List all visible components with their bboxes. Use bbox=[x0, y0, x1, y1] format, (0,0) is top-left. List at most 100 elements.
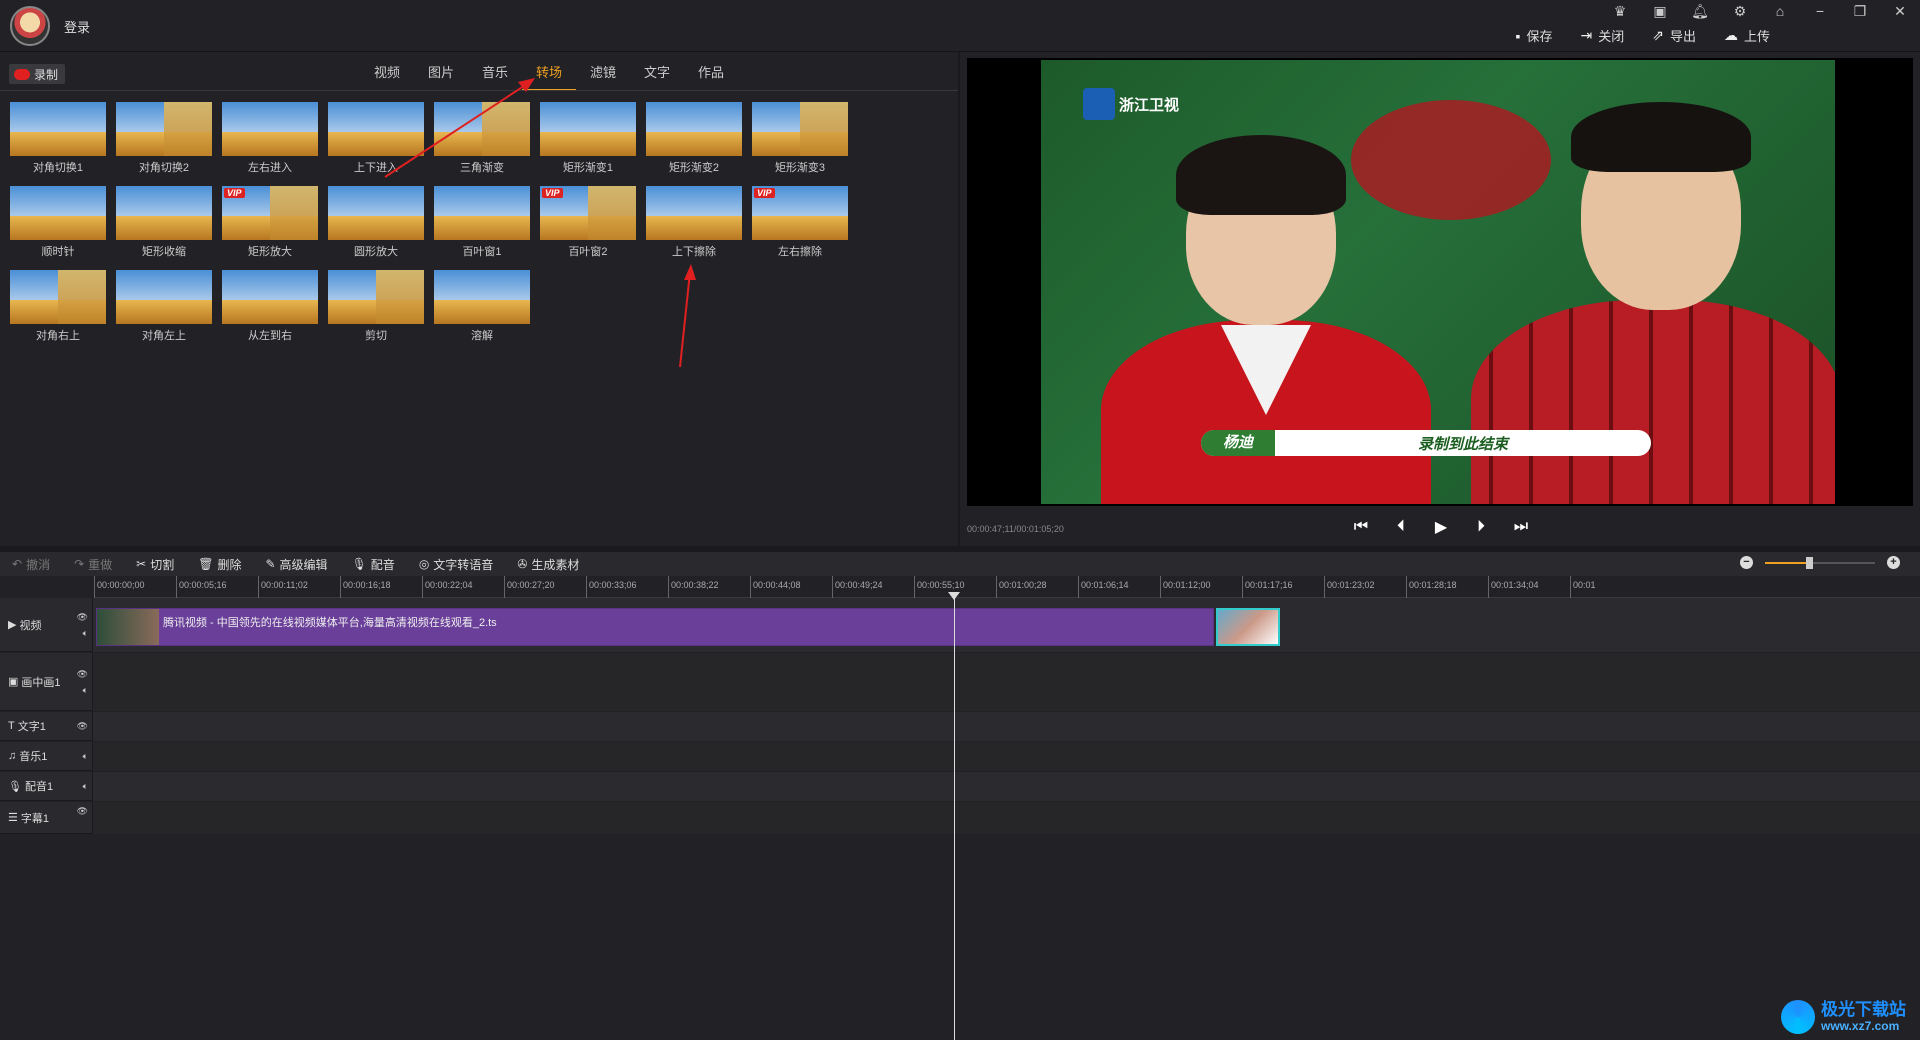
panel-splitter[interactable] bbox=[958, 52, 960, 546]
redo-button[interactable]: ↷ 重做 bbox=[74, 556, 112, 573]
restore-icon[interactable]: ❐ bbox=[1840, 0, 1880, 22]
track-label: ♫ 音乐1 bbox=[8, 748, 47, 764]
ruler-tick: 00:00:22;04 bbox=[422, 576, 473, 598]
transition-item[interactable]: 左右进入 bbox=[222, 102, 318, 176]
play-icon[interactable]: ▶ bbox=[1430, 516, 1452, 538]
advanced-edit-button[interactable]: ✎ 高级编辑 bbox=[265, 556, 327, 573]
transition-item[interactable]: 矩形收缩 bbox=[116, 186, 212, 260]
record-button[interactable]: 录制 bbox=[9, 64, 65, 84]
speaker-icon[interactable]: 🔈︎ bbox=[83, 781, 88, 792]
track-body[interactable]: 腾讯视频 - 中国领先的在线视频媒体平台,海量高清视频在线观看_2.ts bbox=[94, 598, 1920, 652]
lower-third-name: 杨迪 bbox=[1201, 430, 1276, 456]
ruler-tick: 00:00:44;08 bbox=[750, 576, 801, 598]
upload-button[interactable]: ☁ 上传 bbox=[1724, 26, 1770, 45]
transition-item[interactable]: 上下进入 bbox=[328, 102, 424, 176]
skin-icon[interactable]: ⌂ bbox=[1760, 0, 1800, 22]
music-icon: ♫ bbox=[8, 750, 17, 762]
eye-icon[interactable]: 👁︎ bbox=[77, 806, 88, 817]
record-icon bbox=[14, 68, 30, 80]
dubbing-button[interactable]: 🎙︎ 配音 bbox=[352, 556, 395, 573]
text-icon: T bbox=[8, 720, 15, 732]
tab-image[interactable]: 图片 bbox=[414, 62, 468, 91]
transition-item[interactable]: 圆形放大 bbox=[328, 186, 424, 260]
playhead[interactable] bbox=[948, 592, 960, 1040]
eye-icon[interactable]: 👁︎ bbox=[77, 669, 88, 680]
transition-label: 溶解 bbox=[471, 330, 493, 342]
minimize-icon[interactable]: − bbox=[1800, 0, 1840, 22]
transition-thumbnail bbox=[434, 102, 530, 156]
tab-video[interactable]: 视频 bbox=[360, 62, 414, 91]
transition-item[interactable]: 对角切换1 bbox=[10, 102, 106, 176]
eye-icon[interactable]: 👁︎ bbox=[77, 612, 88, 623]
login-link[interactable]: 登录 bbox=[64, 17, 90, 36]
transition-item[interactable]: 矩形渐变2 bbox=[646, 102, 742, 176]
channel-logo: 浙江卫视 bbox=[1083, 88, 1179, 120]
transition-item[interactable]: 从左到右 bbox=[222, 270, 318, 344]
ruler-tick: 00:01 bbox=[1570, 576, 1596, 598]
mic-icon: 🎙︎ bbox=[8, 780, 22, 793]
tab-transition[interactable]: 转场 bbox=[522, 62, 576, 91]
library-tabs: 视频 图片 音乐 转场 滤镜 文字 作品 bbox=[360, 62, 738, 91]
transition-thumbnail bbox=[434, 186, 530, 240]
tts-button[interactable]: ◎ 文字转语音 bbox=[419, 556, 494, 573]
transition-grid: 对角切换1 对角切换2 左右进入 上下进入 三角渐变 矩形渐变1 矩形渐变2 矩形渐变3 顺时针… bbox=[10, 102, 870, 344]
play-square-icon: ▶ bbox=[8, 619, 17, 631]
transition-item[interactable]: 百叶窗1 bbox=[434, 186, 530, 260]
tab-filter[interactable]: 滤镜 bbox=[576, 62, 630, 91]
transition-item[interactable]: 对角左上 bbox=[116, 270, 212, 344]
transition-item[interactable]: 对角右上 bbox=[10, 270, 106, 344]
tab-music[interactable]: 音乐 bbox=[468, 62, 522, 91]
speaker-icon[interactable]: 🔈︎ bbox=[83, 685, 88, 696]
zoom-slider[interactable] bbox=[1765, 556, 1875, 569]
transition-item[interactable]: VIP 矩形放大 bbox=[222, 186, 318, 260]
transition-label: 左右擦除 bbox=[778, 246, 822, 258]
delete-label: 删除 bbox=[217, 557, 242, 572]
transition-item[interactable]: VIP 百叶窗2 bbox=[540, 186, 636, 260]
zoom-out-icon[interactable]: − bbox=[1740, 556, 1753, 569]
track-label-text: 视频 bbox=[19, 619, 42, 632]
skip-start-icon[interactable]: ⏮ bbox=[1350, 516, 1372, 538]
transition-item[interactable]: 矩形渐变3 bbox=[752, 102, 848, 176]
clip-end-thumbnail[interactable] bbox=[1216, 608, 1280, 646]
track-music: ♫ 音乐1 🔈︎ bbox=[0, 742, 1920, 771]
tab-works[interactable]: 作品 bbox=[684, 62, 738, 91]
video-clip[interactable]: 腾讯视频 - 中国领先的在线视频媒体平台,海量高清视频在线观看_2.ts bbox=[96, 608, 1214, 646]
cut-button[interactable]: ✂ 切割 bbox=[136, 556, 174, 573]
export-button[interactable]: ⇗ 导出 bbox=[1652, 26, 1696, 45]
avatar[interactable] bbox=[10, 6, 50, 46]
generate-material-button[interactable]: ✇ 生成素材 bbox=[517, 556, 579, 573]
track-label-text: 字幕1 bbox=[20, 812, 49, 825]
transition-item[interactable]: 矩形渐变1 bbox=[540, 102, 636, 176]
step-back-icon[interactable]: ⏴ bbox=[1390, 516, 1412, 538]
transition-item[interactable]: 顺时针 bbox=[10, 186, 106, 260]
playhead-handle[interactable] bbox=[948, 592, 960, 600]
eye-icon[interactable]: 👁︎ bbox=[77, 721, 88, 732]
bell-icon[interactable]: 🔔︎ bbox=[1680, 0, 1720, 22]
transition-item[interactable]: 三角渐变 bbox=[434, 102, 530, 176]
ruler-tick: 00:00:49;24 bbox=[832, 576, 883, 598]
tab-text[interactable]: 文字 bbox=[630, 62, 684, 91]
zoom-handle[interactable] bbox=[1806, 556, 1813, 569]
transition-item[interactable]: 剪切 bbox=[328, 270, 424, 344]
transition-item[interactable]: VIP 左右擦除 bbox=[752, 186, 848, 260]
transition-item[interactable]: 对角切换2 bbox=[116, 102, 212, 176]
screen-icon[interactable]: ▣ bbox=[1640, 0, 1680, 22]
close-project-button[interactable]: ⇥ 关闭 bbox=[1580, 26, 1624, 45]
speaker-icon[interactable]: 🔈︎ bbox=[83, 751, 88, 762]
track-subtitle: ☰ 字幕1 👁︎ bbox=[0, 802, 1920, 834]
transition-item[interactable]: 溶解 bbox=[434, 270, 530, 344]
crown-icon[interactable]: ♛ bbox=[1600, 0, 1640, 22]
skip-end-icon[interactable]: ⏭ bbox=[1510, 516, 1532, 538]
transition-thumbnail bbox=[222, 270, 318, 324]
transport-controls: ⏮ ⏴ ▶ ⏵ ⏭ bbox=[1350, 516, 1532, 538]
timeline-ruler[interactable]: 00:00:00;00 00:00:05;16 00:00:11;02 00:00:1… bbox=[94, 576, 1920, 598]
delete-button[interactable]: 🗑︎ 删除 bbox=[198, 556, 241, 573]
zoom-in-icon[interactable]: + bbox=[1887, 556, 1900, 569]
close-icon[interactable]: ✕ bbox=[1880, 0, 1920, 22]
gear-icon[interactable]: ⚙ bbox=[1720, 0, 1760, 22]
save-button[interactable]: ▪ 保存 bbox=[1516, 26, 1553, 45]
speaker-icon[interactable]: 🔈︎ bbox=[83, 628, 88, 639]
step-forward-icon[interactable]: ⏵ bbox=[1470, 516, 1492, 538]
undo-button[interactable]: ↶ 撤消 bbox=[12, 556, 50, 573]
transition-item[interactable]: 上下擦除 bbox=[646, 186, 742, 260]
